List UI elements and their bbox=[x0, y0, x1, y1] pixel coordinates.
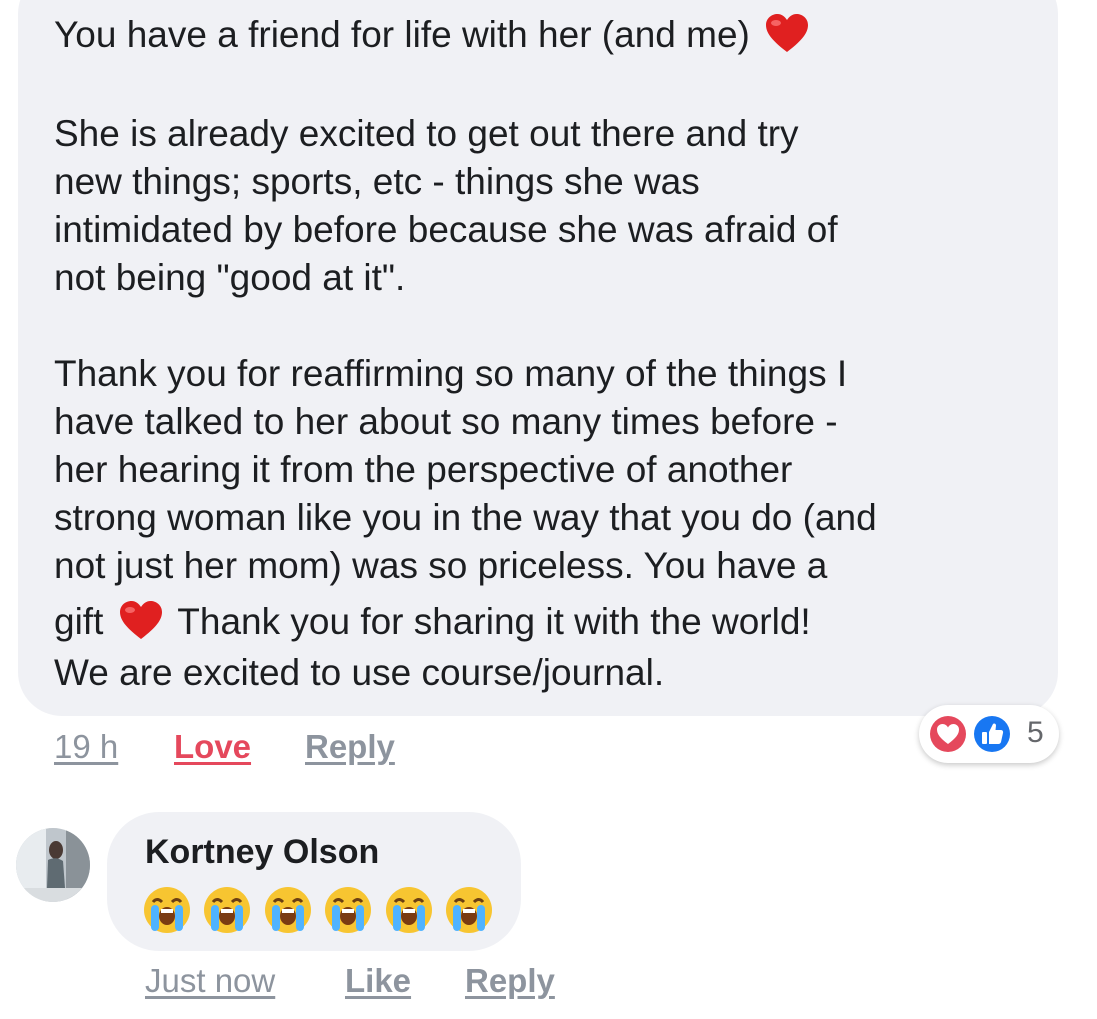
reply-button[interactable]: Reply bbox=[305, 728, 395, 766]
comment-text-line: gift Thank you for sharing it with the w… bbox=[54, 601, 811, 642]
comment-timestamp[interactable]: Just now bbox=[145, 962, 275, 1000]
comment-timestamp[interactable]: 19 h bbox=[54, 728, 118, 766]
avatar[interactable] bbox=[16, 828, 90, 902]
loudly-crying-face-icon bbox=[144, 887, 190, 933]
comment-text-line: her hearing it from the perspective of a… bbox=[54, 449, 793, 490]
emoji-row bbox=[142, 885, 500, 935]
comment-text-line: She is already excited to get out there … bbox=[54, 113, 799, 154]
loudly-crying-face-icon bbox=[325, 887, 372, 933]
comment-text-line: have talked to her about so many times b… bbox=[54, 401, 838, 442]
reaction-summary[interactable]: 5 bbox=[919, 705, 1059, 763]
loudly-crying-face-icon bbox=[446, 887, 493, 933]
like-reaction-icon bbox=[972, 714, 1012, 754]
comment-text-line: strong woman like you in the way that yo… bbox=[54, 497, 877, 538]
comment-text-line: new things; sports, etc - things she was bbox=[54, 161, 700, 202]
reaction-count: 5 bbox=[1027, 716, 1044, 749]
loudly-crying-face-icon bbox=[204, 887, 251, 933]
comment-author-name[interactable]: Kortney Olson bbox=[145, 833, 379, 872]
reply-button[interactable]: Reply bbox=[465, 962, 555, 1000]
loudly-crying-face-icon bbox=[385, 887, 432, 933]
red-heart-icon bbox=[119, 601, 162, 639]
comment-text-line: Thank you for reaffirming so many of the… bbox=[54, 353, 848, 394]
comment-text-line: not being "good at it". bbox=[54, 257, 406, 298]
red-heart-icon bbox=[766, 14, 809, 52]
like-button[interactable]: Like bbox=[345, 962, 411, 1000]
comment-text-line: intimidated by before because she was af… bbox=[54, 209, 838, 250]
avatar-image bbox=[16, 828, 90, 902]
comment-text-line: not just her mom) was so priceless. You … bbox=[54, 545, 828, 586]
comment-text-line: We are excited to use course/journal. bbox=[54, 652, 665, 693]
comment-text-line: You have a friend for life with her (and… bbox=[54, 11, 814, 59]
love-reaction-button[interactable]: Love bbox=[174, 728, 251, 766]
love-reaction-icon bbox=[928, 714, 968, 754]
loudly-crying-face-icon bbox=[264, 887, 311, 933]
